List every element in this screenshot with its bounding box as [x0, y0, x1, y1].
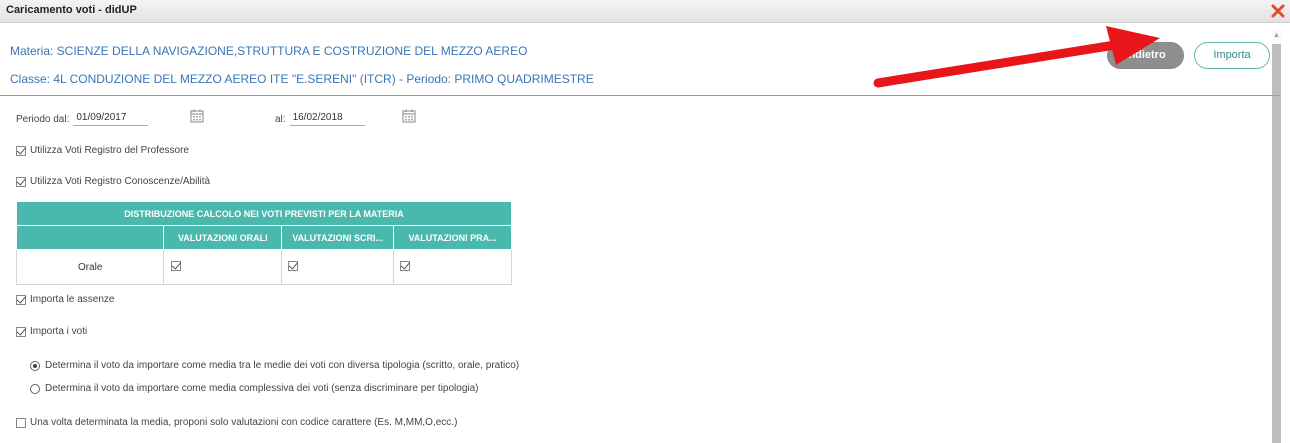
option-solo-codice[interactable]: Una volta determinata la media, proponi … — [16, 417, 457, 428]
checkbox-checked[interactable] — [16, 176, 26, 187]
option-voti-professore[interactable]: Utilizza Voti Registro del Professore — [16, 145, 189, 156]
option-voti-conoscenze[interactable]: Utilizza Voti Registro Conoscenze/Abilit… — [16, 176, 210, 187]
calendar-icon[interactable] — [402, 109, 416, 123]
checkbox-unchecked[interactable] — [16, 417, 26, 428]
table-title: DISTRIBUZIONE CALCOLO NEI VOTI PREVISTI … — [16, 201, 512, 226]
calendar-icon[interactable] — [190, 109, 204, 123]
scrollbar-thumb[interactable] — [1272, 44, 1281, 443]
row-label: Orale — [15, 249, 165, 285]
periodo-al-label: al: — [275, 113, 286, 125]
periodo-dal-row: Periodo dal: 01/09/2017 — [16, 112, 149, 126]
option-label: Importa i voti — [30, 326, 88, 337]
dialog-header: Materia: SCIENZE DELLA NAVIGAZIONE,STRUT… — [0, 33, 1280, 96]
window-title: Caricamento voti - didUP — [6, 4, 137, 16]
option-label: Importa le assenze — [30, 294, 115, 305]
materia-label: Materia: SCIENZE DELLA NAVIGAZIONE,STRUT… — [10, 44, 528, 58]
checkbox-checked[interactable] — [400, 260, 411, 271]
option-label: Utilizza Voti Registro del Professore — [30, 145, 189, 156]
checkbox-checked[interactable] — [288, 260, 299, 271]
option-label: Una volta determinata la media, proponi … — [30, 417, 458, 428]
checkbox-checked[interactable] — [16, 294, 26, 305]
distribution-table: DISTRIBUZIONE CALCOLO NEI VOTI PREVISTI … — [15, 201, 512, 285]
classe-periodo-label: Classe: 4L CONDUZIONE DEL MEZZO AEREO IT… — [10, 72, 594, 86]
radio-selected[interactable] — [30, 360, 40, 371]
checkbox-checked[interactable] — [16, 326, 26, 337]
option-voti[interactable]: Importa i voti — [16, 326, 87, 337]
radio-media-complessiva[interactable]: Determina il voto da importare come medi… — [30, 383, 479, 394]
periodo-al-row: al: 16/02/2018 — [275, 112, 365, 126]
table-header-orali: VALUTAZIONI ORALI — [163, 225, 283, 250]
option-assenze[interactable]: Importa le assenze — [16, 294, 115, 305]
radio-label: Determina il voto da importare come medi… — [45, 383, 479, 394]
checkbox-checked[interactable] — [16, 145, 26, 156]
table-header-scritte: VALUTAZIONI SCRI... — [281, 225, 395, 250]
periodo-al-input[interactable]: 16/02/2018 — [289, 112, 365, 126]
window-titlebar: Caricamento voti - didUP — [0, 0, 1290, 23]
close-icon[interactable] — [1270, 2, 1286, 20]
periodo-dal-label: Periodo dal: — [16, 113, 70, 125]
importa-button[interactable]: Importa — [1194, 42, 1270, 69]
indietro-button[interactable]: Indietro — [1107, 42, 1184, 69]
periodo-dal-input[interactable]: 01/09/2017 — [73, 112, 149, 126]
table-header-pratiche: VALUTAZIONI PRA... — [393, 225, 512, 250]
checkbox-checked[interactable] — [171, 260, 182, 271]
table-header-empty — [15, 225, 165, 250]
table-row: Orale — [15, 249, 512, 285]
radio-unselected[interactable] — [30, 383, 40, 394]
radio-label: Determina il voto da importare come medi… — [45, 360, 520, 371]
option-label: Utilizza Voti Registro Conoscenze/Abilit… — [30, 176, 211, 187]
radio-media-tipologie[interactable]: Determina il voto da importare come medi… — [30, 360, 519, 371]
